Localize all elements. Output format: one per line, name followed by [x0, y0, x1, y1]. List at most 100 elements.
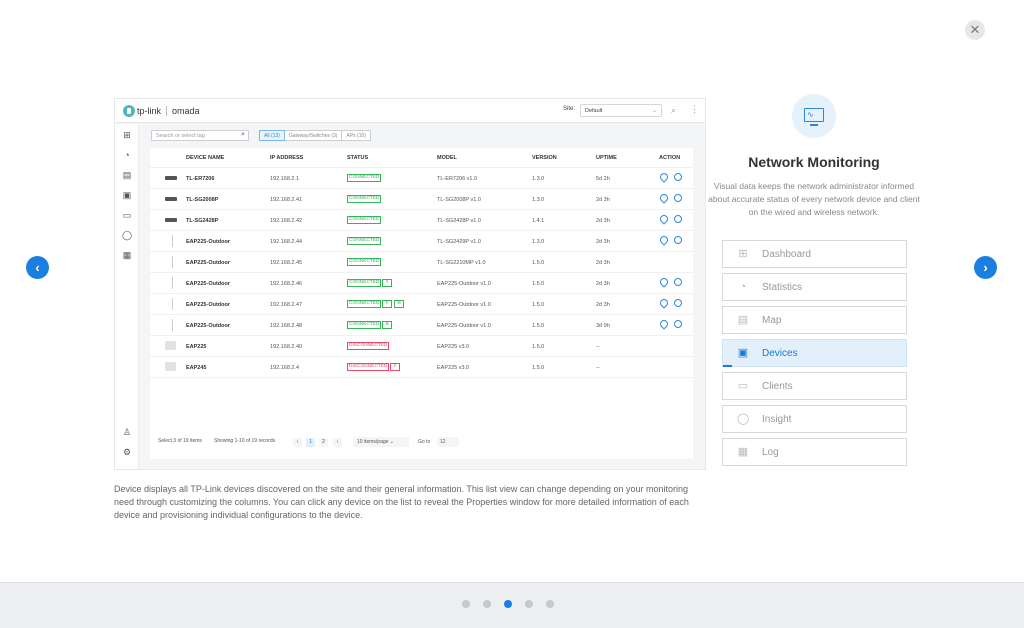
carousel-dot-2[interactable]: [483, 600, 491, 608]
outdoor-ap-icon: [172, 235, 173, 247]
power-icon: [674, 173, 682, 181]
status-badge: DISCONNECTED: [347, 342, 390, 350]
map-icon: ▤: [122, 170, 132, 180]
screenshot-top-bar: tp-link omada Site: Default ⌄ ⌕ ⋮: [115, 99, 705, 123]
device-ip: 192.168.2.42: [270, 218, 303, 224]
dashboard-icon: ⊞: [738, 248, 748, 260]
column-uptime: UPTIME: [596, 155, 617, 161]
menu-item-label: Dashboard: [762, 249, 811, 260]
column-version: VERSION: [532, 155, 557, 161]
clients-icon: ▭: [737, 380, 749, 392]
items-per-page-value: 10 items/page: [357, 439, 389, 445]
device-table: DEVICE NAME IP ADDRESS STATUS MODEL VERS…: [150, 148, 693, 459]
items-per-page-select: 10 items/page ⌄: [353, 437, 409, 447]
log-icon: ▦: [122, 250, 132, 260]
device-name: EAP225-Outdoor: [186, 260, 231, 266]
menu-item-label: Insight: [762, 414, 792, 425]
logo-brand: tp-link: [137, 106, 162, 116]
next-slide-button[interactable]: ›: [974, 256, 997, 279]
device-uptime: --: [596, 344, 600, 350]
network-monitoring-icon: ∿: [792, 94, 836, 138]
statistics-icon: ◔: [739, 281, 747, 293]
carousel-dot-5[interactable]: [546, 600, 554, 608]
column-model: MODEL: [437, 155, 457, 161]
account-icon: ♙: [122, 427, 132, 437]
wifi-indicator-icon: ≋: [394, 300, 404, 308]
carousel-dot-4[interactable]: [525, 600, 533, 608]
dashboard-icon: ⊞: [123, 130, 131, 140]
device-version: 1.5.0: [532, 302, 545, 308]
carousel-dots: [462, 600, 567, 608]
status-badge: CONNECTED: [347, 237, 382, 245]
table-row: EAP225-Outdoor 192.168.2.48 CONNECTED ≋ …: [150, 315, 693, 336]
menu-item-statistics[interactable]: ◔ Statistics: [722, 273, 907, 301]
logo: tp-link omada: [123, 104, 200, 118]
outdoor-ap-icon: [172, 319, 173, 331]
device-ip: 192.168.2.45: [270, 260, 303, 266]
device-uptime: 3d 9h: [596, 323, 610, 329]
menu-item-insight[interactable]: ◯ Insight: [722, 405, 907, 433]
device-version: 1.3.0: [532, 197, 545, 203]
power-icon: [674, 194, 682, 202]
device-name: TL-ER7206: [186, 176, 215, 182]
device-version: 1.5.0: [532, 281, 545, 287]
menu-item-label: Map: [762, 315, 782, 326]
locate-icon: [658, 234, 670, 246]
device-ip: 192.168.2.41: [270, 197, 303, 203]
power-icon: [674, 236, 682, 244]
status-badge: CONNECTED: [347, 321, 382, 329]
device-name: TL-SG2008P: [186, 197, 219, 203]
search-icon: ⌕: [671, 105, 677, 115]
device-version: 1.5.0: [532, 260, 545, 266]
device-uptime: 5d 2h: [596, 176, 610, 182]
locate-icon: [658, 276, 670, 288]
device-ip: 192.168.2.44: [270, 239, 303, 245]
goto-label: Go to: [418, 439, 431, 445]
more-icon: ⋮: [690, 104, 699, 114]
status-badge: CONNECTED: [347, 174, 382, 182]
close-button[interactable]: ✕: [965, 20, 985, 40]
device-model: EAP225-Outdoor v1.0: [437, 281, 491, 287]
menu-item-map[interactable]: ▤ Map: [722, 306, 907, 334]
column-action: ACTION: [659, 155, 681, 161]
device-version: 1.5.0: [532, 344, 545, 350]
filter-tab-aps: APs (10): [341, 130, 371, 141]
device-name: EAP245: [186, 365, 207, 371]
menu-item-clients[interactable]: ▭ Clients: [722, 372, 907, 400]
chevron-down-icon: ⌄: [651, 108, 657, 114]
tag-search-placeholder: Search or select tag: [156, 133, 205, 139]
logo-divider: [166, 106, 168, 116]
table-header: DEVICE NAME IP ADDRESS STATUS MODEL VERS…: [150, 148, 693, 168]
pager-page-1: 1: [306, 438, 315, 447]
site-select: Default ⌄: [580, 104, 662, 117]
device-model: TL-SG2008P v1.0: [437, 197, 481, 203]
logo-product: omada: [172, 106, 200, 116]
wifi-indicator-icon: ≋: [382, 321, 392, 329]
menu-item-label: Clients: [762, 381, 793, 392]
chevron-right-icon: ›: [983, 260, 988, 275]
menu-item-devices[interactable]: ▣ Devices: [722, 339, 907, 367]
power-icon: [674, 299, 682, 307]
power-icon: [674, 215, 682, 223]
device-uptime: 2d 3h: [596, 218, 610, 224]
locate-icon: [658, 192, 670, 204]
device-ip: 192.168.2.4: [270, 365, 300, 371]
menu-item-label: Statistics: [762, 282, 803, 293]
menu-item-log[interactable]: ▦ Log: [722, 438, 907, 466]
device-model: TL-SG2429P v1.0: [437, 239, 481, 245]
device-model: EAP225 v3.0: [437, 365, 470, 371]
carousel-dot-1[interactable]: [462, 600, 470, 608]
pager-next: ›: [333, 438, 342, 447]
switch-icon: [165, 218, 177, 222]
map-icon: ▤: [737, 314, 749, 326]
router-icon: [165, 176, 177, 180]
previous-slide-button[interactable]: ‹: [26, 256, 49, 279]
outdoor-ap-icon: [172, 256, 173, 268]
device-model: EAP225-Outdoor v1.0: [437, 302, 491, 308]
menu-item-dashboard[interactable]: ⊞ Dashboard: [722, 240, 907, 268]
feature-description: Visual data keeps the network administra…: [708, 181, 920, 217]
locate-icon: [658, 213, 670, 225]
device-model: TL-ER7206 v1.0: [437, 176, 478, 182]
carousel-dot-3[interactable]: [504, 600, 512, 608]
status-badge: CONNECTED: [347, 279, 382, 287]
